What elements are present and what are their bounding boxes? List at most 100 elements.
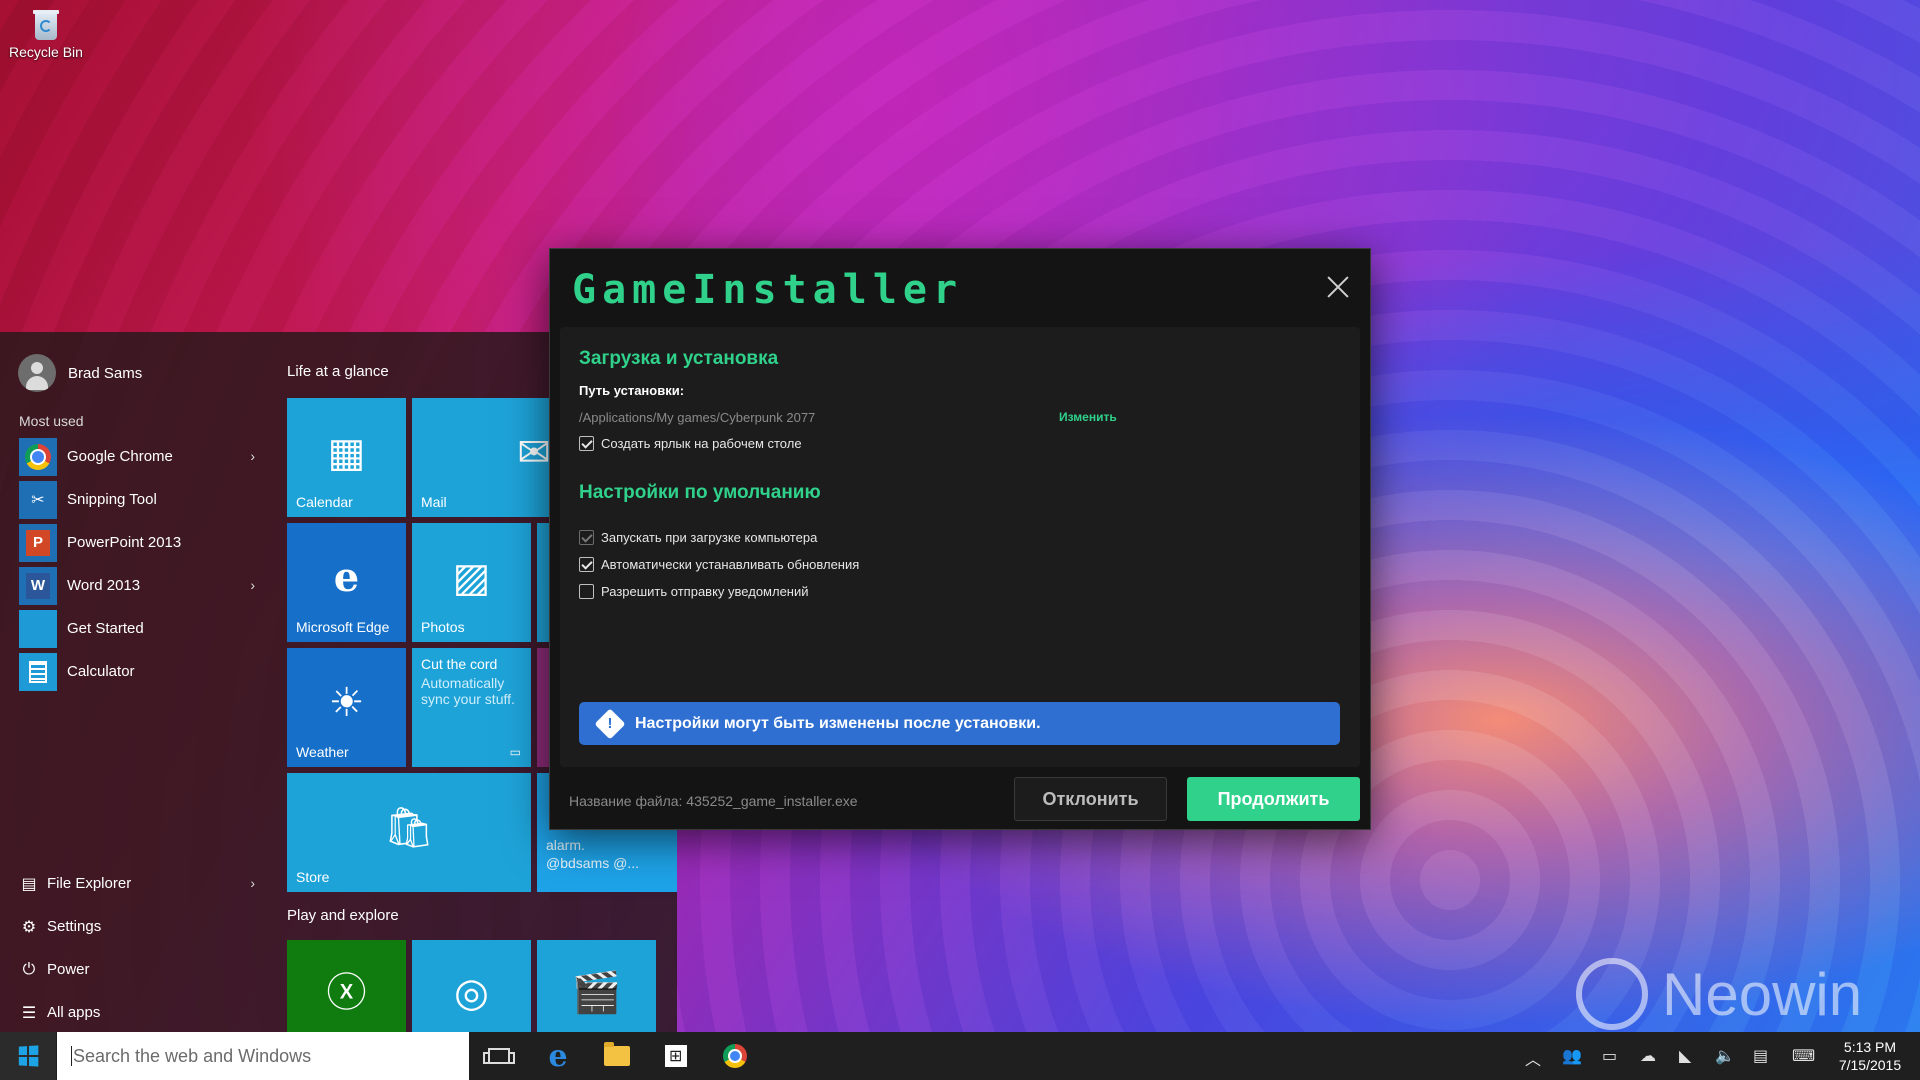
- start-button[interactable]: [0, 1032, 56, 1080]
- power-icon: ⏻: [22, 960, 36, 978]
- task-view-icon: [483, 1048, 515, 1064]
- auto-update-checkbox[interactable]: Автоматически устанавливать обновления: [579, 557, 859, 572]
- tile-photos[interactable]: ▨ Photos: [412, 523, 531, 642]
- dialog-body: Загрузка и установка Путь установки: /Ap…: [560, 327, 1360, 767]
- watermark-text: Neowin: [1662, 960, 1863, 1028]
- chevron-right-icon[interactable]: ›: [250, 875, 255, 891]
- tile-label: Microsoft Edge: [296, 619, 390, 635]
- user-account[interactable]: Brad Sams: [18, 354, 142, 392]
- info-banner-text: Настройки могут быть изменены после уста…: [635, 714, 1041, 732]
- chevron-up-icon[interactable]: ︿: [1525, 1046, 1541, 1070]
- settings-item[interactable]: ⚙ Settings: [19, 905, 255, 948]
- chrome-icon: [723, 1044, 747, 1068]
- most-used-list: Google Chrome › ✂ Snipping Tool P PowerP…: [19, 435, 255, 693]
- tile-label: Mail: [421, 494, 447, 510]
- powerpoint-icon: P: [19, 523, 57, 562]
- info-banner: ! Настройки могут быть изменены после ус…: [579, 702, 1340, 745]
- app-item-snipping-tool[interactable]: ✂ Snipping Tool: [19, 478, 255, 521]
- tile-title: Cut the cord: [421, 656, 498, 672]
- battery-icon[interactable]: ▭: [1602, 1046, 1617, 1066]
- app-item-label: Word 2013: [67, 577, 141, 594]
- checkbox-checked-icon[interactable]: [579, 557, 594, 572]
- all-apps-item[interactable]: ☰ All apps: [19, 991, 255, 1034]
- file-explorer-item[interactable]: ▤ File Explorer ›: [19, 862, 255, 905]
- taskbar-file-explorer[interactable]: [589, 1032, 645, 1080]
- clock-time: 5:13 PM: [1843, 1039, 1897, 1055]
- group-label-play: Play and explore: [287, 907, 399, 924]
- start-menu-left-pane: Brad Sams Most used Google Chrome › ✂ Sn…: [0, 332, 268, 1032]
- app-item-get-started[interactable]: Get Started: [19, 607, 255, 650]
- tile-text: @bdsams @...: [546, 855, 640, 871]
- taskbar-clock[interactable]: 5:13 PM 7/15/2015: [1830, 1038, 1910, 1074]
- search-placeholder: Search the web and Windows: [73, 1045, 312, 1066]
- notifications-checkbox[interactable]: Разрешить отправку уведомлений: [579, 584, 809, 599]
- app-item-label: PowerPoint 2013: [67, 534, 182, 551]
- change-path-link[interactable]: Изменить: [1059, 410, 1117, 424]
- desktop-shortcut-checkbox[interactable]: Создать ярлык на рабочем столе: [579, 436, 802, 451]
- tile-store[interactable]: 🛍 Store: [287, 773, 531, 892]
- bottom-item-label: All apps: [47, 1004, 101, 1021]
- action-center-icon[interactable]: ▤: [1753, 1046, 1768, 1066]
- taskbar: Search the web and Windows e ︿ 👥 ▭ ☁ ◣ 🔈…: [0, 1032, 1920, 1080]
- clapperboard-icon: 🎬: [571, 971, 622, 1016]
- tile-xbox[interactable]: ⓧ: [287, 940, 406, 1032]
- autostart-checkbox[interactable]: Запускать при загрузке компьютера: [579, 530, 817, 545]
- checkbox-label: Автоматически устанавливать обновления: [601, 557, 860, 572]
- keyboard-icon[interactable]: ⌨: [1792, 1046, 1815, 1066]
- chrome-icon: [19, 437, 57, 476]
- text-caret: [71, 1046, 72, 1066]
- taskbar-chrome[interactable]: [707, 1032, 763, 1080]
- app-item-word[interactable]: W Word 2013 ›: [19, 564, 255, 607]
- app-item-label: Get Started: [67, 620, 144, 637]
- onedrive-icon[interactable]: ☁: [1640, 1046, 1656, 1066]
- tile-microsoft-edge[interactable]: e Microsoft Edge: [287, 523, 406, 642]
- dialog-title: GameInstaller: [572, 267, 964, 313]
- continue-button[interactable]: Продолжить: [1187, 777, 1360, 821]
- tile-label: Weather: [296, 744, 349, 760]
- checkbox-label: Запускать при загрузке компьютера: [601, 530, 818, 545]
- taskbar-store[interactable]: [648, 1032, 704, 1080]
- people-icon[interactable]: 👥: [1562, 1046, 1582, 1066]
- app-item-google-chrome[interactable]: Google Chrome ›: [19, 435, 255, 478]
- chevron-right-icon[interactable]: ›: [250, 448, 255, 464]
- checkbox-unchecked-icon[interactable]: [579, 584, 594, 599]
- decline-button[interactable]: Отклонить: [1014, 777, 1167, 821]
- bottom-item-label: File Explorer: [47, 875, 132, 892]
- taskbar-edge[interactable]: e: [530, 1032, 586, 1080]
- recycle-bin-label: Recycle Bin: [9, 44, 83, 60]
- close-icon[interactable]: [1326, 275, 1350, 299]
- search-input[interactable]: Search the web and Windows: [57, 1032, 469, 1080]
- photos-icon: ▨: [452, 555, 491, 600]
- store-icon: [665, 1045, 687, 1067]
- tile-movies-tv[interactable]: 🎬: [537, 940, 656, 1032]
- avatar: [18, 354, 56, 392]
- tile-text: Automatically sync your stuff.: [421, 675, 515, 707]
- checkbox-checked-icon[interactable]: [579, 530, 594, 545]
- tile-groove-music[interactable]: ◎: [412, 940, 531, 1032]
- checkbox-checked-icon[interactable]: [579, 436, 594, 451]
- file-name-label: Название файла: 435252_game_installer.ex…: [569, 793, 858, 809]
- tile-text: alarm.: [546, 837, 585, 853]
- app-item-powerpoint[interactable]: P PowerPoint 2013: [19, 521, 255, 564]
- info-diamond-icon: !: [594, 707, 626, 740]
- neowin-watermark: Neowin: [1576, 958, 1862, 1030]
- tile-cut-the-cord[interactable]: Cut the cord Automatically sync your stu…: [412, 648, 531, 767]
- tile-weather[interactable]: ☀ Weather: [287, 648, 406, 767]
- power-item[interactable]: ⏻ Power: [19, 948, 255, 991]
- xbox-icon: ⓧ: [326, 971, 367, 1016]
- bottom-item-label: Power: [47, 961, 90, 978]
- tile-label: Store: [296, 869, 330, 885]
- neowin-logo-icon: [1576, 958, 1648, 1030]
- sun-icon: ☀: [328, 680, 365, 725]
- recycle-bin[interactable]: Recycle Bin: [6, 4, 86, 60]
- mail-icon: ✉: [517, 430, 551, 475]
- wifi-icon[interactable]: ◣: [1679, 1046, 1691, 1066]
- checkbox-label: Разрешить отправку уведомлений: [601, 584, 809, 599]
- music-disc-icon: ◎: [454, 971, 489, 1016]
- chevron-right-icon[interactable]: ›: [250, 577, 255, 593]
- tile-calendar[interactable]: ▦ Calendar: [287, 398, 406, 517]
- volume-icon[interactable]: 🔈: [1715, 1046, 1735, 1066]
- app-item-calculator[interactable]: Calculator: [19, 650, 255, 693]
- task-view-button[interactable]: [471, 1032, 527, 1080]
- app-item-label: Google Chrome: [67, 448, 173, 465]
